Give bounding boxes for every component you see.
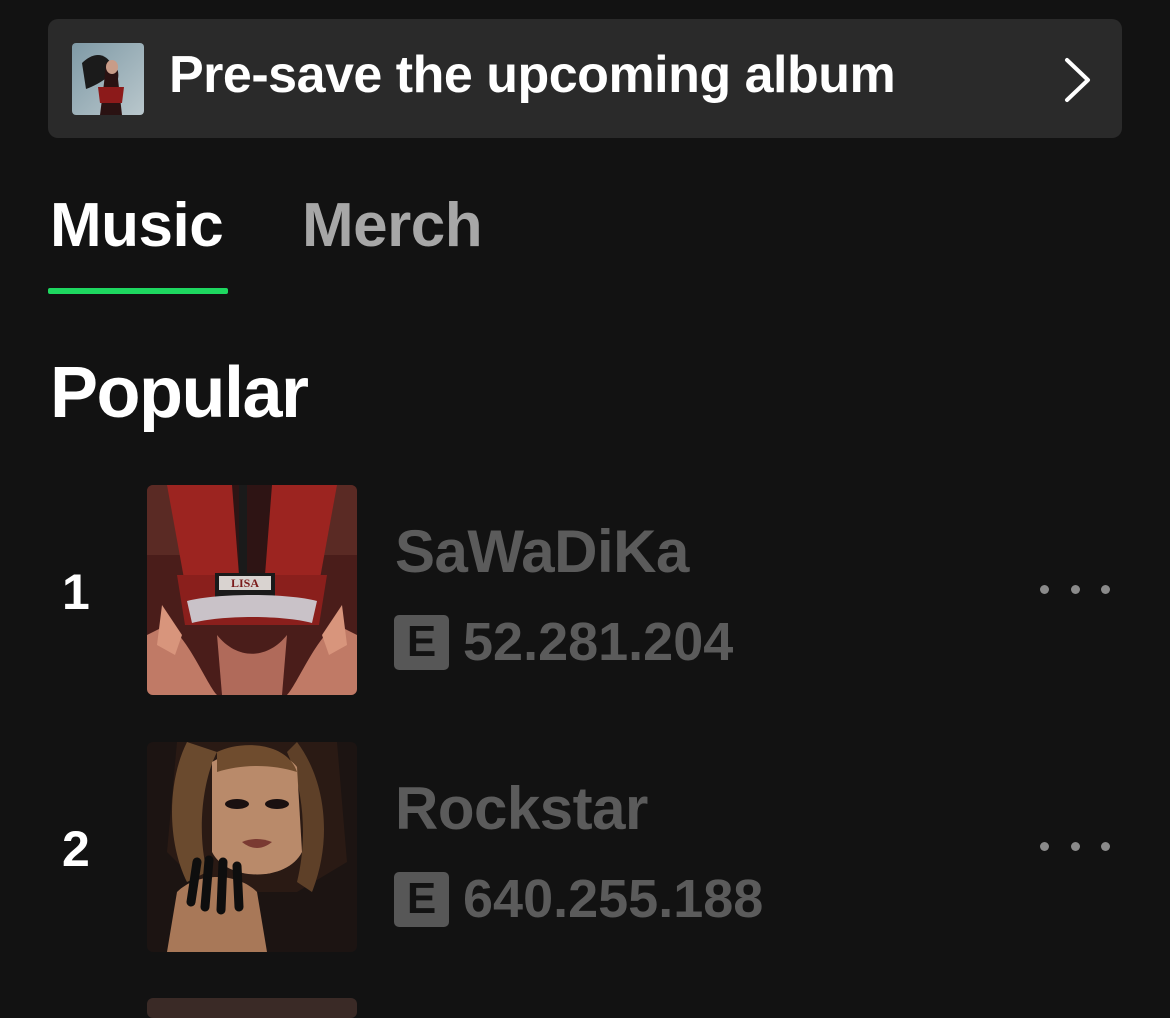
chevron-right-icon [1065,58,1090,102]
track-rank: 2 [62,821,90,877]
tab-music[interactable]: Music [50,190,224,261]
section-title: Popular [50,353,309,433]
track-row[interactable]: 1 LISA SaWaDiKa E 52.281.204 [0,485,1170,697]
track-title: SaWaDiKa [395,518,689,585]
presave-banner[interactable]: Pre-save the upcoming album [48,19,1122,138]
track-album-art-partial [147,998,357,1018]
more-options-icon[interactable] [1040,577,1110,601]
presave-banner-text: Pre-save the upcoming album [169,46,896,104]
track-title: Rockstar [395,775,648,842]
track-meta: E 52.281.204 [394,612,733,672]
active-tab-indicator [48,288,228,294]
more-options-icon[interactable] [1040,834,1110,858]
explicit-badge: E [394,614,449,670]
album-art-label: LISA [231,576,259,590]
track-play-count: 640.255.188 [463,869,764,929]
track-album-art [147,742,357,952]
track-album-art: LISA [147,485,357,695]
track-row[interactable]: 2 Rockstar E 640.255.188 [0,742,1170,954]
explicit-badge: E [394,871,449,927]
album-thumbnail [72,43,144,115]
track-meta: E 640.255.188 [394,869,763,929]
tab-merch[interactable]: Merch [302,190,483,261]
track-rank: 1 [62,564,90,620]
track-play-count: 52.281.204 [463,612,734,672]
